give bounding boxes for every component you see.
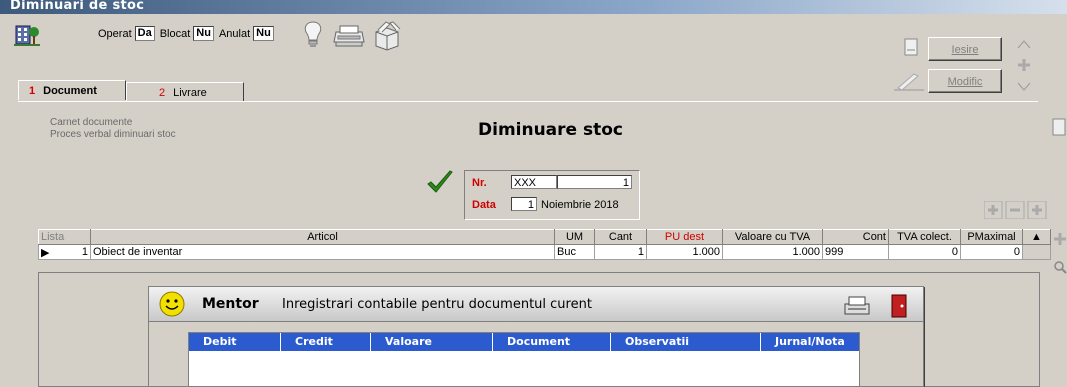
page-title: Diminuare stoc — [478, 120, 623, 140]
status-flags: Operat Da Blocat Nu Anulat Nu — [98, 26, 274, 41]
tab-livrare[interactable]: 2 Livrare — [126, 82, 244, 101]
operat-value[interactable]: Da — [134, 26, 155, 41]
cell-cont[interactable]: 999 — [822, 244, 889, 260]
row-pointer-icon: ▶ — [41, 246, 50, 259]
cell-valoare[interactable]: 1.000 — [722, 244, 823, 260]
pen-icon[interactable] — [892, 70, 926, 92]
nr-value-field[interactable]: 1 — [557, 175, 632, 189]
anulat-label: Anulat — [218, 27, 251, 40]
col-document[interactable]: Document — [493, 333, 611, 351]
col-cont[interactable]: Cont — [822, 229, 889, 245]
accounting-table: Debit Credit Valoare Document Observatii… — [188, 332, 860, 387]
col-cant[interactable]: Cant — [594, 229, 647, 245]
col-articol[interactable]: Articol — [90, 229, 555, 245]
accounting-table-header: Debit Credit Valoare Document Observatii… — [189, 333, 859, 351]
anulat-value[interactable]: Nu — [253, 26, 274, 41]
tab-divider — [18, 101, 1038, 102]
iesire-button[interactable]: Iesire — [928, 37, 1002, 61]
cell-cant[interactable]: 1 — [594, 244, 647, 260]
chevron-up-icon[interactable] — [1016, 38, 1032, 50]
side-doc-icon[interactable] — [1052, 118, 1066, 136]
operat-label: Operat — [98, 27, 132, 40]
plus-icon[interactable] — [1016, 58, 1032, 72]
col-observatii[interactable]: Observatii — [611, 333, 761, 351]
data-month-year[interactable]: Noiembrie 2018 — [541, 199, 619, 211]
title-bar: Diminuari de stoc — [0, 0, 1067, 14]
col-lista[interactable]: Lista — [38, 229, 91, 245]
cell-lista[interactable]: ▶ 1 — [38, 244, 91, 260]
row-controls — [984, 201, 1047, 219]
lightbulb-icon[interactable] — [302, 20, 324, 50]
cell-pu-dest[interactable]: 1.000 — [646, 244, 723, 260]
data-day-field[interactable]: 1 — [511, 197, 537, 211]
smiley-icon — [159, 291, 185, 317]
note-icon[interactable] — [904, 38, 918, 56]
printer-icon[interactable] — [332, 20, 366, 50]
nr-series-field[interactable]: XXX — [511, 175, 557, 189]
col-pmax[interactable]: PMaximal — [960, 229, 1023, 245]
tab-livrare-label: Livrare — [173, 87, 207, 99]
col-valoare[interactable]: Valoare cu TVA — [722, 229, 823, 245]
cell-lista-value: 1 — [81, 245, 88, 258]
side-plus-icon[interactable] — [1053, 232, 1067, 246]
app-building-icon[interactable] — [14, 20, 40, 46]
modific-button[interactable]: Modific — [928, 69, 1002, 93]
articles-table: Lista Articol UM Cant PU dest Valoare cu… — [38, 229, 1051, 260]
cell-articol[interactable]: Obiect de inventar — [90, 244, 555, 260]
carnet-label: Carnet documente — [50, 117, 133, 128]
exit-door-icon[interactable] — [890, 294, 908, 318]
tab-livrare-num: 2 — [159, 87, 166, 99]
iesire-label: Iesire — [951, 44, 979, 56]
checkmark-icon — [427, 170, 453, 193]
table-row[interactable]: ▶ 1 Obiect de inventar Buc 1 1.000 1.000 … — [38, 244, 1051, 260]
magnifier-icon[interactable] — [1053, 260, 1067, 274]
table-header: Lista Articol UM Cant PU dest Valoare cu… — [38, 229, 1051, 245]
cell-pmax[interactable]: 0 — [960, 244, 1023, 260]
col-um[interactable]: UM — [554, 229, 595, 245]
modific-label: Modific — [947, 76, 983, 88]
cell-tva[interactable]: 0 — [888, 244, 961, 260]
tab-document[interactable]: 1 Document — [18, 80, 126, 100]
scroll-thumb[interactable] — [1022, 244, 1051, 260]
mentor-print-icon[interactable] — [842, 294, 872, 318]
col-jurnal-nota[interactable]: Jurnal/Nota — [761, 333, 857, 351]
cell-um[interactable]: Buc — [554, 244, 595, 260]
col-tva[interactable]: TVA colect. — [888, 229, 961, 245]
mentor-brand: Mentor — [202, 296, 259, 312]
mentor-caption: Inregistrari contabile pentru documentul… — [282, 297, 592, 312]
chevron-down-icon[interactable] — [1016, 80, 1032, 92]
scroll-up-icon[interactable]: ▲ — [1022, 229, 1051, 245]
data-label: Data — [472, 199, 496, 211]
open-box-icon[interactable] — [372, 20, 402, 52]
col-valoare-contabil[interactable]: Valoare — [371, 333, 493, 351]
tab-document-label: Document — [43, 85, 97, 97]
tab-document-num: 1 — [29, 85, 36, 97]
blocat-value[interactable]: Nu — [193, 26, 214, 41]
blocat-label: Blocat — [159, 27, 191, 40]
nr-label: Nr. — [472, 177, 487, 189]
window-title: Diminuari de stoc — [10, 0, 145, 13]
col-debit[interactable]: Debit — [189, 333, 281, 351]
col-credit[interactable]: Credit — [281, 333, 371, 351]
col-pu-dest[interactable]: PU dest — [646, 229, 723, 245]
carnet-value[interactable]: Proces verbal diminuari stoc — [50, 129, 176, 141]
